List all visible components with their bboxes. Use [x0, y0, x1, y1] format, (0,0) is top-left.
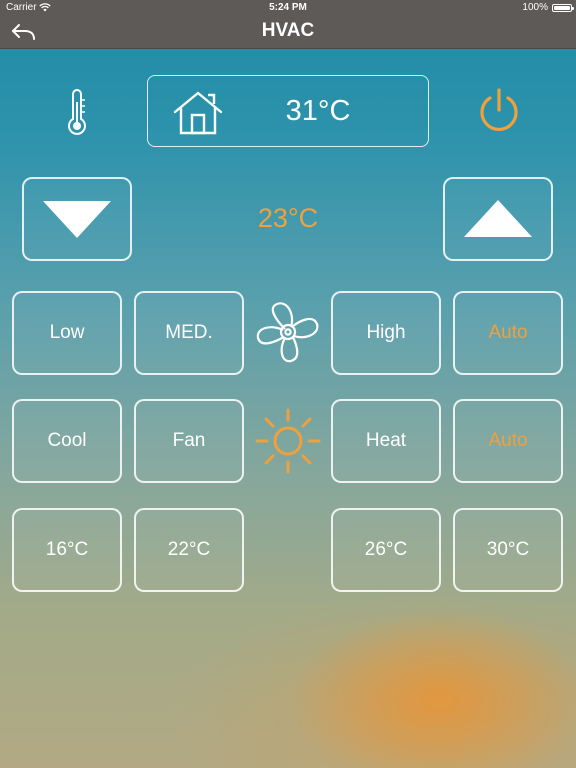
fan-auto-button[interactable]: Auto — [453, 291, 563, 375]
nav-bar: HVAC — [0, 16, 576, 49]
clock: 5:24 PM — [269, 2, 307, 13]
page-title: HVAC — [261, 20, 315, 41]
mode-auto-button[interactable]: Auto — [453, 399, 563, 483]
battery-percent: 100% — [522, 2, 548, 13]
setpoint-up-button[interactable] — [443, 177, 553, 261]
setpoint-value: 23°C — [257, 203, 319, 233]
preset-16-button[interactable]: 16°C — [12, 508, 122, 592]
mode-cool-button[interactable]: Cool — [12, 399, 122, 483]
indoor-temperature-value: 31°C — [285, 95, 351, 127]
house-icon — [173, 91, 223, 135]
thermometer-icon — [68, 89, 86, 135]
setpoint-down-button[interactable] — [22, 177, 132, 261]
preset-30-button[interactable]: 30°C — [453, 508, 563, 592]
fan-icon — [256, 302, 319, 363]
preset-22-button[interactable]: 22°C — [134, 508, 244, 592]
triangle-down-icon — [43, 201, 111, 238]
mode-fan-button[interactable]: Fan — [134, 399, 244, 483]
triangle-up-icon — [464, 200, 532, 237]
fan-high-button[interactable]: High — [331, 291, 441, 375]
fan-low-button[interactable]: Low — [12, 291, 122, 375]
power-icon[interactable] — [476, 86, 522, 136]
mode-heat-button[interactable]: Heat — [331, 399, 441, 483]
preset-26-button[interactable]: 26°C — [331, 508, 441, 592]
sun-icon — [255, 408, 321, 474]
indoor-temperature-panel: 31°C — [147, 75, 429, 147]
status-bar: Carrier 5:24 PM 100% — [0, 0, 576, 16]
battery-icon — [552, 4, 574, 12]
fan-medium-button[interactable]: MED. — [134, 291, 244, 375]
